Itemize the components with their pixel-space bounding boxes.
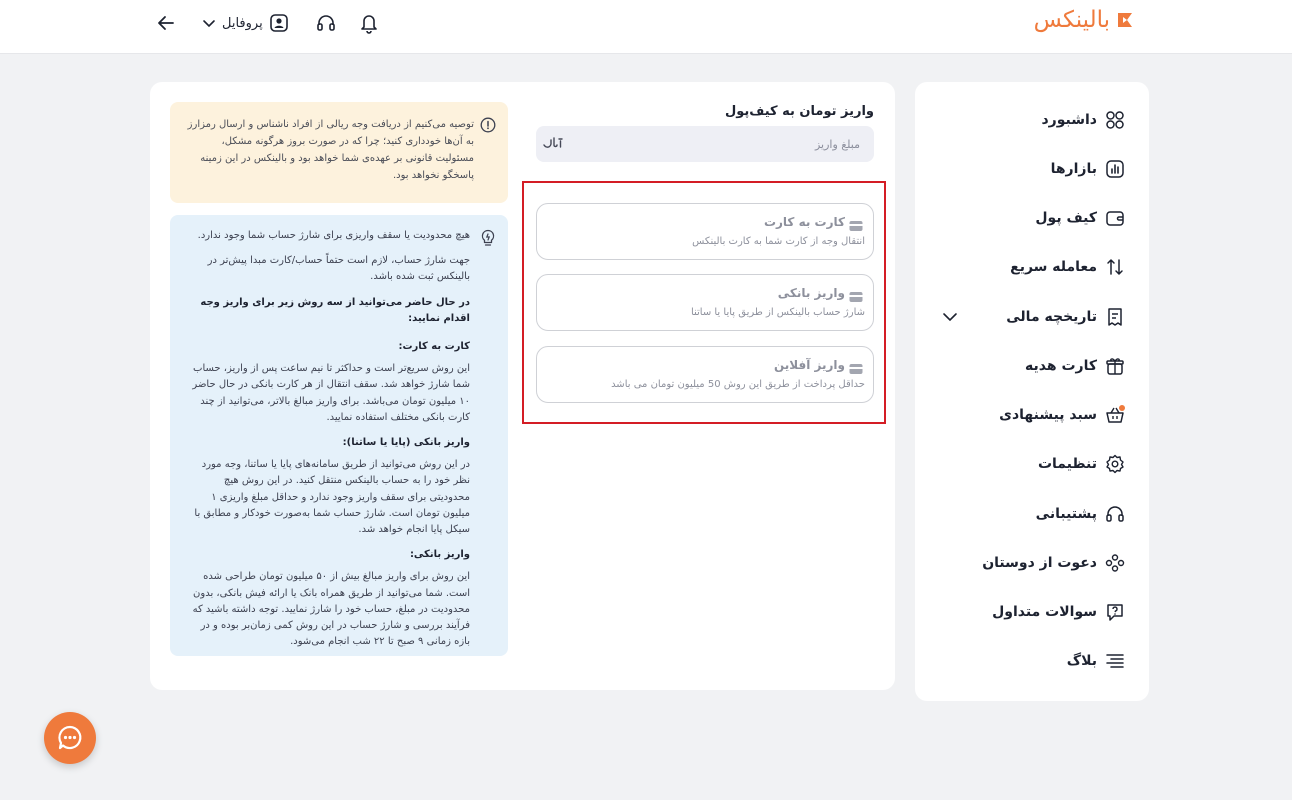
warning-exclamation-icon (480, 117, 496, 137)
brand-logo[interactable]: بالینکس (1034, 7, 1136, 33)
sidebar-item-label: دعوت از دوستان (982, 555, 1097, 571)
method-title: کارت به کارت (763, 215, 845, 229)
basket-icon (1105, 405, 1125, 425)
sidebar-item-wallet[interactable]: کیف پول (939, 205, 1125, 231)
top-header: بالینکس پروفایل (0, 0, 1292, 54)
info-heading: کارت به کارت: (398, 341, 470, 353)
sidebar-nav: داشبورد بازارها کیف پول معامله سریع تاری… (915, 82, 1149, 701)
info-paragraph: این روش سریع‌تر است و حداکثر تا نیم ساعت… (192, 363, 470, 423)
method-bank-transfer[interactable]: واریز بانکی شارژ حساب بالینکس از طریق پا… (536, 274, 874, 331)
gift-icon (1105, 356, 1125, 376)
info-heading: واریز بانکی (پایا یا ساتنا): (342, 437, 470, 449)
brand-mark-icon (1114, 9, 1136, 31)
method-card-to-card[interactable]: کارت به کارت انتقال وجه از کارت شما به ک… (536, 203, 874, 260)
sidebar-item-label: تاریخچه مالی (1006, 309, 1097, 325)
user-avatar-icon (269, 13, 289, 33)
sidebar-item-label: داشبورد (1041, 112, 1098, 128)
profile-menu[interactable]: پروفایل (202, 13, 289, 33)
toman-currency-icon (542, 135, 564, 155)
sidebar-item-label: پشتیبانی (1035, 506, 1097, 522)
method-title: واریز بانکی (777, 286, 845, 300)
profile-label: پروفایل (222, 15, 263, 31)
sidebar-item-suggested-basket[interactable]: سبد پیشنهادی (939, 402, 1125, 428)
sidebar-item-label: بلاگ (1066, 653, 1097, 669)
sidebar-item-blog[interactable]: بلاگ (939, 648, 1125, 674)
brand-name: بالینکس (1033, 7, 1110, 33)
info-paragraph: هیچ محدودیت یا سقف واریزی برای شارژ حساب… (197, 230, 470, 241)
market-chart-icon (1105, 159, 1125, 179)
deposit-panel: واریز تومان به کیف‌پول کارت به کارت انتق… (150, 82, 895, 690)
sidebar-item-financial-history[interactable]: تاریخچه مالی (939, 304, 1125, 330)
method-title: واریز آفلاین (773, 358, 845, 372)
bank-card-icon (849, 360, 863, 379)
bank-card-icon (849, 288, 863, 307)
info-paragraph: جهت شارژ حساب، لازم است حتماً حساب/کارت … (207, 255, 470, 283)
page-title: واریز تومان به کیف‌پول (724, 104, 874, 119)
notification-dot (1119, 405, 1125, 411)
sidebar-item-support[interactable]: پشتیبانی (939, 501, 1125, 527)
sidebar-item-label: کیف پول (1035, 210, 1097, 226)
sidebar-item-label: سبد پیشنهادی (999, 407, 1097, 423)
sidebar-item-dashboard[interactable]: داشبورد (939, 107, 1125, 133)
method-offline-deposit[interactable]: واریز آفلاین حداقل پرداخت از طریق این رو… (536, 346, 874, 403)
sidebar-item-label: تنظیمات (1037, 456, 1097, 472)
receipt-icon (1105, 307, 1125, 327)
warning-text: توصیه می‌کنیم از دریافت وجه ریالی از افر… (187, 119, 474, 181)
sidebar-item-markets[interactable]: بازارها (939, 156, 1125, 182)
sidebar-item-label: کارت هدیه (1025, 358, 1097, 374)
sidebar-item-invite-friends[interactable]: دعوت از دوستان (939, 550, 1125, 576)
lightbulb-icon (480, 229, 496, 251)
chevron-down-icon[interactable] (941, 308, 959, 330)
bank-card-icon (849, 217, 863, 236)
warning-notice: توصیه می‌کنیم از دریافت وجه ریالی از افر… (170, 102, 508, 203)
wallet-icon (1105, 208, 1125, 228)
amount-input[interactable] (610, 126, 860, 162)
info-notice: هیچ محدودیت یا سقف واریزی برای شارژ حساب… (170, 215, 508, 656)
method-description: حداقل پرداخت از طریق این روش 50 میلیون ت… (611, 379, 865, 390)
swap-arrows-icon (1105, 257, 1125, 277)
sidebar-item-settings[interactable]: تنظیمات (939, 451, 1125, 477)
dashboard-grid-icon (1105, 110, 1125, 130)
sidebar-item-label: سوالات متداول (992, 604, 1097, 620)
info-paragraph: این روش برای واریز مبالغ بیش از ۵۰ میلیو… (192, 571, 470, 648)
info-heading: واریز بانکی: (409, 549, 470, 561)
notification-bell-icon[interactable] (359, 12, 379, 34)
support-headset-icon[interactable] (315, 12, 337, 34)
sidebar-item-label: بازارها (1050, 161, 1097, 177)
headset-icon (1105, 504, 1125, 524)
sidebar-item-label: معامله سریع (1010, 259, 1097, 275)
method-description: انتقال وجه از کارت شما به کارت بالینکس (692, 236, 865, 247)
info-paragraph: در این روش می‌توانید از طریق سامانه‌های … (194, 459, 470, 536)
text-lines-icon (1105, 651, 1125, 671)
chat-button[interactable] (44, 712, 96, 764)
amount-field (536, 126, 874, 162)
chat-bubble-icon (56, 724, 84, 752)
chevron-down-icon (202, 16, 216, 30)
sidebar-item-gift-card[interactable]: کارت هدیه (939, 353, 1125, 379)
method-description: شارژ حساب بالینکس از طریق پایا یا ساتنا (690, 307, 865, 318)
sidebar-item-quick-trade[interactable]: معامله سریع (939, 254, 1125, 280)
info-heading: در حال حاضر می‌توانید از سه روش زیر برای… (200, 296, 470, 324)
back-arrow-icon[interactable] (156, 13, 176, 33)
question-icon (1105, 602, 1125, 622)
gear-icon (1105, 454, 1125, 474)
sidebar-item-faq[interactable]: سوالات متداول (939, 599, 1125, 625)
people-icon (1105, 553, 1125, 573)
